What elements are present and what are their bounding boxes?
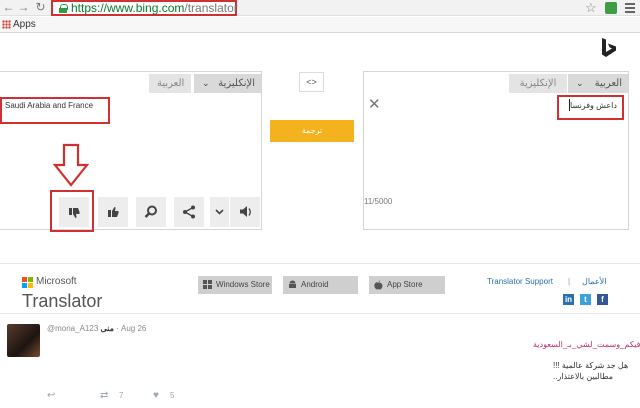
chevron-down-icon [215,209,224,215]
tweet-text-line: مطالبين بالاعتذار.. [553,372,614,381]
windows-icon [203,280,212,289]
more-dropdown-button[interactable] [210,197,229,227]
microsoft-logo-icon [22,277,33,288]
speaker-button[interactable] [230,197,260,227]
chevron-down-icon: ⌄ [576,78,584,88]
input-lang-dropdown[interactable]: ⌄ العربية [568,74,628,93]
tweet-display-name[interactable]: منى [101,324,114,333]
like-heart-icon[interactable]: ♥ [153,390,159,401]
tweet-text-line: هل جد شركة عالمية !!! [553,361,629,370]
share-icon [183,205,195,219]
back-arrow-icon[interactable]: ← [2,1,15,14]
extension-icon[interactable] [605,2,617,14]
avatar[interactable] [7,324,40,357]
apps-grid-icon[interactable] [2,20,11,29]
translated-text: Saudi Arabia and France [5,101,94,110]
translate-button[interactable]: ترجمة [270,120,354,142]
bookmarks-bar: Apps [0,17,640,33]
dislike-highlight [50,190,94,232]
reload-icon[interactable]: ↻ [34,1,47,14]
search-icon [144,205,157,218]
lock-icon [59,4,68,13]
footer-separator: | [568,277,571,286]
tweet-divider [0,313,640,314]
search-button[interactable] [136,197,166,227]
windows-store-button[interactable]: Windows Store [198,276,272,294]
retweet-count: 7 [119,391,124,400]
target-lang-alt[interactable]: الإنكليزية [509,74,567,93]
input-text-field[interactable]: داعش وفرنسا [570,101,617,110]
translator-support-link[interactable]: Translator Support [487,277,553,286]
browser-toolbar: ← → ↻ https://www.bing.com/translator ☆ [0,0,640,16]
url-text: https://www.bing.com/translator [71,1,238,15]
like-count: 5 [170,391,175,400]
linkedin-icon[interactable]: in [563,294,574,305]
swap-languages-button[interactable]: <> [299,72,324,92]
source-lang-dropdown[interactable]: ⌄ الإنكليزية [194,74,261,93]
tweet-hashtag[interactable]: #فيكم_وسمت_لشي_بـ_السعودية [533,340,640,349]
apple-icon [374,280,383,290]
twitter-icon[interactable]: t [580,294,591,305]
speaker-icon [240,206,251,217]
like-button[interactable] [98,197,128,227]
app-store-button[interactable]: App Store [369,276,445,294]
bing-logo-icon [602,38,616,57]
address-bar[interactable]: https://www.bing.com/translator [51,0,238,16]
footer-divider [0,263,640,264]
bookmark-star-icon[interactable]: ☆ [585,0,597,16]
microsoft-label: Microsoft [36,276,77,287]
reply-icon[interactable]: ↩ [47,390,55,401]
tweet-date[interactable]: · Aug 26 [116,324,146,333]
android-icon [289,280,296,288]
apps-link[interactable]: Apps [13,19,36,30]
android-store-button[interactable]: Android [283,276,358,294]
character-count: 11/5000 [364,197,393,206]
clear-input-close-icon[interactable]: ✕ [368,97,381,112]
chevron-down-icon: ⌄ [202,78,210,88]
product-title: Translator [22,291,103,308]
tweet-handle[interactable]: @mona_A123 [47,324,98,333]
facebook-icon[interactable]: f [597,294,608,305]
forward-arrow-icon[interactable]: → [17,1,30,14]
retweet-icon[interactable]: ⇄ [100,390,108,401]
business-link[interactable]: الأعمال [582,277,606,286]
thumbs-up-icon [108,207,119,217]
annotation-down-arrow-icon [53,143,89,187]
menu-icon[interactable] [625,3,635,13]
share-button[interactable] [174,197,204,227]
source-lang-alt[interactable]: العربية [149,74,191,93]
tweet-header: @mona_A123 منى · Aug 26 [47,324,146,333]
